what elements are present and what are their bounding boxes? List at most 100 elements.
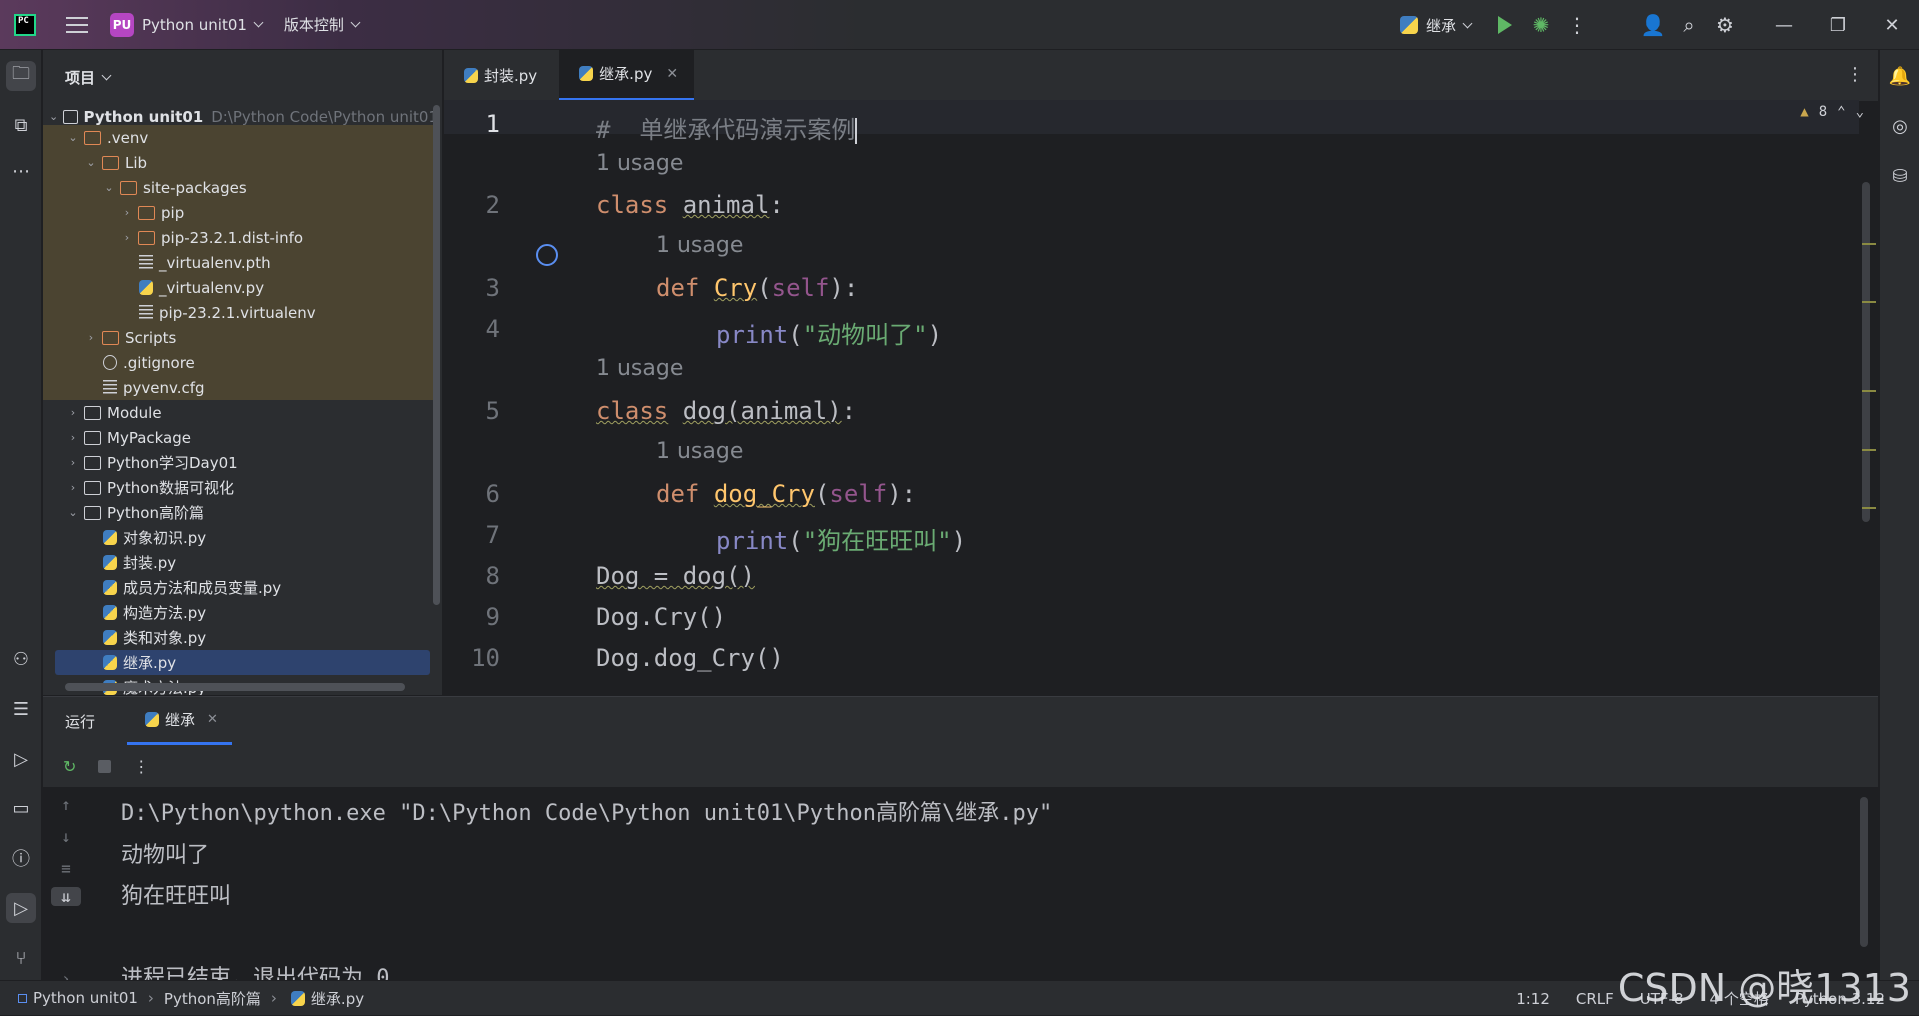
warning-marker[interactable] bbox=[1862, 301, 1876, 303]
tree-item[interactable]: › Scripts bbox=[43, 325, 438, 350]
tree-item[interactable]: _virtualenv.py bbox=[43, 275, 438, 300]
tab-encapsulation[interactable]: 封装.py bbox=[444, 50, 553, 101]
search-button[interactable]: ⌕ bbox=[1671, 7, 1707, 43]
project-tool-button[interactable]: 🗀 bbox=[6, 61, 36, 91]
usage-hint[interactable]: 1 usage bbox=[656, 233, 743, 258]
problems-button[interactable]: ⓘ bbox=[6, 843, 36, 873]
tree-item[interactable]: pyvenv.cfg bbox=[43, 375, 438, 400]
run-button[interactable] bbox=[1487, 7, 1523, 43]
tree-item[interactable]: › pip bbox=[43, 200, 438, 225]
tree-item[interactable]: 对象初识.py bbox=[43, 525, 438, 550]
collapse-arrow-icon[interactable]: › bbox=[65, 405, 81, 421]
expand-arrow-icon[interactable]: ⌄ bbox=[83, 155, 99, 171]
usage-hint[interactable]: 1 usage bbox=[656, 439, 743, 464]
project-switcher[interactable]: PU Python unit01 bbox=[102, 7, 270, 43]
run-config-selector[interactable]: 继承 bbox=[1392, 7, 1479, 43]
scroll-up-icon[interactable]: ↑ bbox=[51, 795, 81, 814]
collapse-arrow-icon[interactable]: › bbox=[65, 430, 81, 446]
collapse-arrow-icon[interactable]: › bbox=[65, 480, 81, 496]
code-line-1: # 单继承代码演示案例 bbox=[596, 110, 858, 145]
rerun-icon[interactable]: ↻ bbox=[63, 757, 76, 776]
console-scrollbar[interactable] bbox=[1860, 797, 1868, 947]
tree-item[interactable]: 类和对象.py bbox=[43, 625, 438, 650]
tree-item[interactable]: › MyPackage bbox=[43, 425, 438, 450]
collapse-arrow-icon[interactable]: › bbox=[119, 230, 135, 246]
scroll-to-end-icon[interactable]: ⇊ bbox=[51, 887, 81, 906]
more-actions-button[interactable]: ⋮ bbox=[1559, 7, 1595, 43]
warning-marker[interactable] bbox=[1862, 449, 1876, 451]
tree-item[interactable]: ⌄ .venv bbox=[43, 125, 438, 150]
warning-marker[interactable] bbox=[1862, 390, 1876, 392]
services-button[interactable]: ▷ bbox=[6, 744, 36, 774]
console-output[interactable]: ↑ ↓ ≡ ⇊ › D:\Python\python.exe "D:\Pytho… bbox=[43, 787, 1878, 991]
tree-item[interactable]: › Module bbox=[43, 400, 438, 425]
git-button[interactable]: ⑂ bbox=[6, 943, 36, 973]
usage-hint[interactable]: 1 usage bbox=[596, 151, 683, 176]
tree-item-selected[interactable]: 继承.py bbox=[55, 650, 430, 675]
tree-item[interactable]: ⌄ Lib bbox=[43, 150, 438, 175]
settings-button[interactable]: ⚙ bbox=[1707, 7, 1743, 43]
stop-icon[interactable] bbox=[98, 759, 112, 773]
usage-hint[interactable]: 1 usage bbox=[596, 356, 683, 381]
collapse-arrow-icon[interactable]: › bbox=[65, 455, 81, 471]
code-with-me-button[interactable]: 👤 bbox=[1635, 7, 1671, 43]
more-tools-button[interactable]: ⋯ bbox=[6, 156, 36, 186]
expand-arrow-icon[interactable]: ⌄ bbox=[65, 505, 81, 521]
next-highlight-icon[interactable]: ⌄ bbox=[1856, 104, 1864, 120]
line-separator[interactable]: CRLF bbox=[1576, 990, 1614, 1008]
warning-marker[interactable] bbox=[1862, 507, 1876, 509]
soft-wrap-icon[interactable]: ≡ bbox=[51, 859, 81, 878]
run-tool-button[interactable]: ▷ bbox=[6, 893, 36, 923]
tab-label: 封装.py bbox=[484, 66, 538, 85]
close-tab-icon[interactable]: ✕ bbox=[666, 66, 678, 82]
tree-item[interactable]: pip-23.2.1.virtualenv bbox=[43, 300, 438, 325]
expand-arrow-icon[interactable]: ⌄ bbox=[65, 130, 81, 146]
tree-vertical-scrollbar[interactable] bbox=[433, 105, 440, 605]
tree-item[interactable]: ⌄ site-packages bbox=[43, 175, 438, 200]
database-button[interactable]: ⛁ bbox=[1885, 161, 1915, 191]
python-console-button[interactable]: ⚇ bbox=[6, 644, 36, 674]
editor-scrollbar[interactable] bbox=[1862, 182, 1870, 522]
tab-inheritance[interactable]: 继承.py ✕ bbox=[559, 50, 695, 101]
tree-item[interactable]: 封装.py bbox=[43, 550, 438, 575]
structure-tool-button[interactable]: ⧉ bbox=[6, 110, 36, 140]
close-window-button[interactable]: ✕ bbox=[1865, 0, 1919, 50]
restore-button[interactable]: ❐ bbox=[1811, 0, 1865, 50]
expand-arrow-icon[interactable]: ⌄ bbox=[47, 109, 60, 125]
vcs-menu[interactable]: 版本控制 bbox=[276, 7, 367, 43]
scroll-down-icon[interactable]: ↓ bbox=[51, 827, 81, 846]
python-packages-button[interactable]: ☰ bbox=[6, 694, 36, 724]
project-panel-header[interactable]: 项目 bbox=[43, 50, 442, 104]
tree-item[interactable]: 成员方法和成员变量.py bbox=[43, 575, 438, 600]
tab-actions-button[interactable]: ⋮ bbox=[1846, 64, 1864, 85]
breadcrumb-item[interactable]: Python高阶篇 bbox=[164, 988, 261, 1009]
tree-item[interactable]: › Python数据可视化 bbox=[43, 475, 438, 500]
inspection-widget[interactable]: ▲ 8 ⌃ ⌄ bbox=[1800, 104, 1864, 120]
tree-item[interactable]: _virtualenv.pth bbox=[43, 250, 438, 275]
tree-item[interactable]: ⌄ Python高阶篇 bbox=[43, 500, 438, 525]
debug-button[interactable]: ✺ bbox=[1523, 7, 1559, 43]
ai-assistant-button[interactable]: ◎ bbox=[1885, 111, 1915, 141]
notifications-button[interactable]: 🔔 bbox=[1885, 61, 1915, 91]
tree-horizontal-scrollbar[interactable] bbox=[65, 683, 405, 691]
terminal-button[interactable]: ▭ bbox=[6, 793, 36, 823]
expand-arrow-icon[interactable]: ⌄ bbox=[101, 180, 117, 196]
breadcrumb-item[interactable]: 继承.py bbox=[311, 988, 364, 1009]
caret-position[interactable]: 1:12 bbox=[1516, 990, 1550, 1008]
subclass-gutter-icon[interactable] bbox=[536, 244, 558, 266]
warning-marker[interactable] bbox=[1862, 243, 1876, 245]
more-vertical-icon[interactable]: ⋮ bbox=[133, 757, 149, 776]
tree-item[interactable]: › Python学习Day01 bbox=[43, 450, 438, 475]
breadcrumb-item[interactable]: Python unit01 bbox=[33, 989, 138, 1007]
tree-item[interactable]: 构造方法.py bbox=[43, 600, 438, 625]
previous-highlight-icon[interactable]: ⌃ bbox=[1837, 104, 1845, 120]
collapse-arrow-icon[interactable]: › bbox=[83, 330, 99, 346]
main-menu-icon[interactable] bbox=[66, 16, 88, 33]
tree-item-label: Scripts bbox=[125, 328, 177, 347]
collapse-arrow-icon[interactable]: › bbox=[119, 205, 135, 221]
tree-item[interactable]: › pip-23.2.1.dist-info bbox=[43, 225, 438, 250]
close-tab-icon[interactable]: ✕ bbox=[207, 712, 218, 727]
run-tab[interactable]: 继承 ✕ bbox=[127, 697, 232, 745]
tree-item[interactable]: .gitignore bbox=[43, 350, 438, 375]
minimize-button[interactable]: — bbox=[1757, 0, 1811, 50]
